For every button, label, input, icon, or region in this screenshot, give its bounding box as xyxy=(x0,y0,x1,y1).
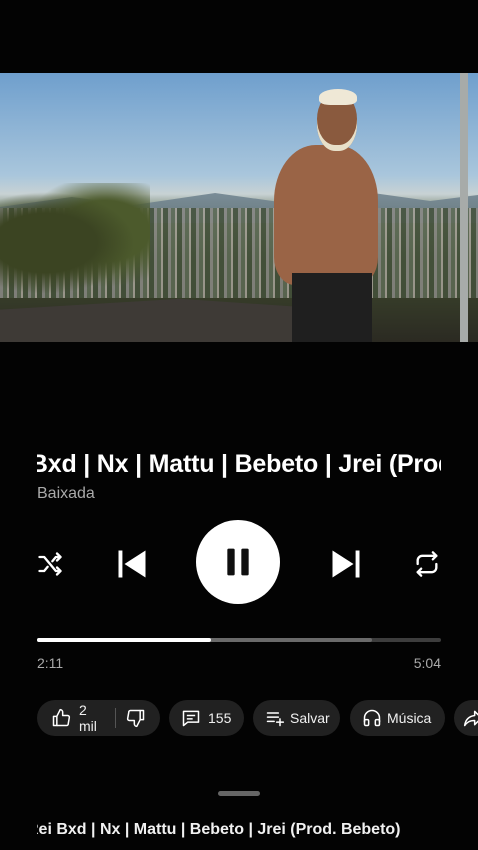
pause-icon xyxy=(227,548,249,576)
save-button[interactable]: Salvar xyxy=(253,700,340,736)
music-button[interactable]: Música xyxy=(350,700,445,736)
video-performer xyxy=(262,89,382,342)
dislike-button[interactable] xyxy=(126,708,146,728)
pause-button[interactable] xyxy=(196,520,280,604)
video-pole xyxy=(460,73,468,342)
previous-icon xyxy=(118,550,146,578)
playlist-add-icon xyxy=(266,712,285,727)
total-duration: 5:04 xyxy=(413,655,441,671)
song-title: Diamond | Rei Bxd | Nx | Mattu | Bebeto … xyxy=(37,450,441,478)
video-frame[interactable] xyxy=(0,73,478,342)
progress-bar[interactable] xyxy=(37,638,441,642)
save-label: Salvar xyxy=(290,710,330,726)
artist-name[interactable]: Baixada xyxy=(37,485,95,503)
song-title-marquee[interactable]: Diamond | Rei Bxd | Nx | Mattu | Bebeto … xyxy=(37,446,441,486)
like-dislike-pill: 2 mil xyxy=(37,700,160,736)
elapsed-time: 2:11 xyxy=(37,655,64,671)
video-tree xyxy=(0,183,150,303)
like-button[interactable]: 2 mil xyxy=(51,702,105,734)
shuffle-button[interactable] xyxy=(34,548,66,580)
thumbs-down-icon xyxy=(126,709,145,728)
pill-divider xyxy=(115,708,116,728)
headphones-icon xyxy=(363,709,381,727)
repeat-button[interactable] xyxy=(410,548,444,580)
thumbs-up-icon xyxy=(52,708,71,727)
comment-icon xyxy=(182,710,200,727)
like-count: 2 mil xyxy=(79,702,97,734)
comment-count: 155 xyxy=(208,710,232,726)
next-icon xyxy=(332,550,360,578)
share-button[interactable] xyxy=(454,700,478,736)
up-next-title: Rei Bxd | Nx | Mattu | Bebeto | Jrei (Pr… xyxy=(37,821,401,838)
share-icon xyxy=(463,710,478,727)
shuffle-icon xyxy=(38,552,62,576)
comments-button[interactable]: 155 xyxy=(169,700,244,736)
previous-button[interactable] xyxy=(110,542,154,586)
drag-handle[interactable] xyxy=(218,791,260,796)
music-label: Música xyxy=(387,710,432,726)
progress-fill xyxy=(37,638,211,642)
repeat-icon xyxy=(416,551,438,577)
up-next-marquee[interactable]: Rei Bxd | Nx | Mattu | Bebeto | Jrei (Pr… xyxy=(37,818,478,842)
next-button[interactable] xyxy=(324,542,368,586)
